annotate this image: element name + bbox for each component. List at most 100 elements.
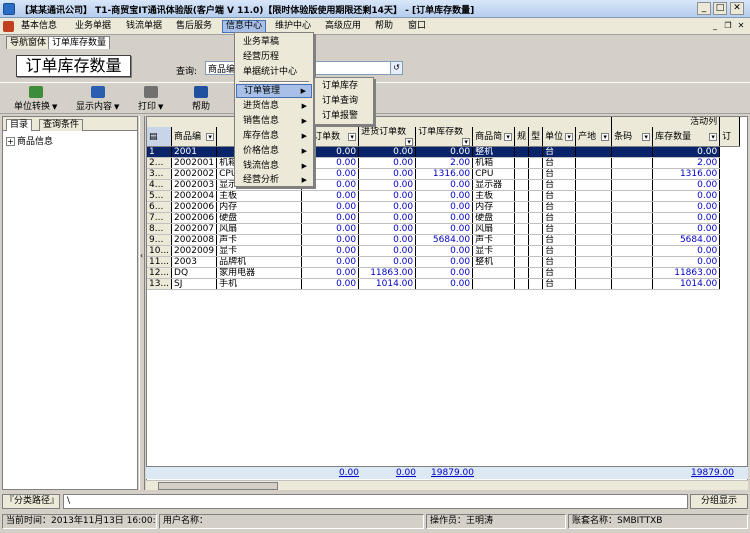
table-cell[interactable] — [575, 278, 613, 290]
table-cell[interactable] — [528, 256, 544, 268]
table-cell[interactable]: DQ — [171, 267, 218, 279]
table-cell[interactable]: 0.00 — [301, 190, 360, 202]
close-button[interactable]: ✕ — [730, 2, 744, 15]
column-header[interactable]: 型 — [528, 127, 544, 147]
table-cell[interactable] — [528, 234, 544, 246]
table-row[interactable]: 5... 2002004 主板 0.00 0.00 0.00 主板台 0.00 — [147, 190, 740, 202]
table-cell[interactable] — [575, 168, 613, 180]
table-cell[interactable] — [575, 157, 613, 169]
table-cell[interactable] — [528, 146, 544, 158]
table-row[interactable]: 10... 2002009 显卡 0.00 0.00 0.00 显卡台 0.00 — [147, 245, 740, 257]
table-cell[interactable]: 2002008 — [171, 234, 218, 246]
menu-basic-info[interactable]: 基本信息 — [18, 20, 60, 33]
table-cell[interactable]: 显示器 — [472, 179, 516, 191]
table-cell[interactable]: 0.00 — [301, 234, 360, 246]
menu-item-history[interactable]: 经营历程 — [236, 50, 312, 64]
table-cell[interactable]: 台 — [542, 234, 577, 246]
table-cell[interactable]: 整机 — [472, 256, 516, 268]
table-cell[interactable]: 台 — [542, 146, 577, 158]
menu-item-stock-info[interactable]: 库存信息 ▶ — [236, 129, 312, 143]
table-cell[interactable]: 11863.00 — [358, 267, 417, 279]
table-cell[interactable] — [528, 190, 544, 202]
table-cell[interactable]: 2002006 — [171, 212, 218, 224]
chevron-down-icon[interactable]: ▾ — [565, 132, 574, 141]
row-number-cell[interactable]: 9... — [147, 234, 173, 246]
menu-item-cashflow-info[interactable]: 钱流信息 ▶ — [236, 159, 312, 173]
column-header[interactable]: 商品简 ▾ — [472, 127, 516, 147]
table-cell[interactable] — [575, 245, 613, 257]
table-cell[interactable] — [472, 267, 516, 279]
table-cell[interactable]: 5684.00 — [652, 234, 721, 246]
table-cell[interactable]: 0.00 — [301, 267, 360, 279]
table-cell[interactable] — [528, 278, 544, 290]
table-cell[interactable] — [611, 190, 654, 202]
table-cell[interactable] — [528, 245, 544, 257]
chevron-down-icon[interactable]: ▾ — [462, 138, 471, 146]
menu-item-order-management[interactable]: 订单管理 ▶ — [236, 84, 312, 98]
table-cell[interactable]: 0.00 — [415, 245, 474, 257]
table-cell[interactable] — [575, 146, 613, 158]
row-number-cell[interactable]: 4... — [147, 179, 173, 191]
table-cell[interactable] — [514, 179, 530, 191]
row-number-cell[interactable]: 11... — [147, 256, 173, 268]
table-cell[interactable]: 台 — [542, 201, 577, 213]
table-cell[interactable]: 1014.00 — [358, 278, 417, 290]
row-number-cell[interactable]: 3... — [147, 168, 173, 180]
table-cell[interactable]: 显卡 — [216, 245, 303, 257]
table-row[interactable]: 9... 2002008 声卡 0.00 0.00 5684.00 声卡台 5684.00 — [147, 234, 740, 246]
table-row[interactable]: 7... 2002006 硬盘 0.00 0.00 0.00 硬盘台 0.00 — [147, 212, 740, 224]
menu-item-order-alarm[interactable]: 订单报警 — [316, 109, 372, 124]
show-content-button[interactable]: 显示内容 ▼ — [76, 86, 119, 114]
table-cell[interactable]: 0.00 — [358, 223, 417, 235]
table-cell[interactable]: 2002007 — [171, 223, 218, 235]
menu-item-purchase-info[interactable]: 进货信息 ▶ — [236, 99, 312, 113]
table-cell[interactable] — [472, 278, 516, 290]
table-cell[interactable]: 风扇 — [472, 223, 516, 235]
table-cell[interactable] — [514, 223, 530, 235]
table-cell[interactable]: 0.00 — [358, 212, 417, 224]
chevron-down-icon[interactable]: ▾ — [405, 138, 414, 146]
print-button[interactable]: 打印 ▼ — [138, 86, 163, 114]
table-cell[interactable]: 0.00 — [652, 256, 721, 268]
table-row[interactable]: 11... 2003 品牌机 0.00 0.00 0.00 整机台 0.00 — [147, 256, 740, 268]
tab-catalog[interactable]: 目录 — [6, 119, 33, 131]
horizontal-scrollbar[interactable] — [146, 480, 748, 490]
collapse-arrow-icon[interactable]: ‹ — [140, 251, 143, 260]
table-cell[interactable]: 0.00 — [652, 146, 721, 158]
table-cell[interactable]: 2002004 — [171, 190, 218, 202]
menu-item-drafts[interactable]: 业务草稿 — [236, 35, 312, 49]
table-cell[interactable]: 0.00 — [652, 190, 721, 202]
table-cell[interactable]: 台 — [542, 223, 577, 235]
table-cell[interactable]: 台 — [542, 278, 577, 290]
scrollbar-thumb[interactable] — [158, 482, 278, 490]
table-row[interactable]: 6... 2002006 内存 0.00 0.00 0.00 内存台 0.00 — [147, 201, 740, 213]
tree-item-product-info[interactable]: + 商品信息 — [6, 134, 53, 147]
menu-cashflow-docs[interactable]: 钱流单据 — [123, 20, 165, 33]
menu-help[interactable]: 帮助 — [372, 20, 396, 33]
table-cell[interactable] — [575, 256, 613, 268]
table-cell[interactable]: 台 — [542, 157, 577, 169]
table-cell[interactable]: 0.00 — [652, 212, 721, 224]
table-cell[interactable] — [611, 223, 654, 235]
table-cell[interactable]: 0.00 — [358, 157, 417, 169]
menu-item-stats-center[interactable]: 单据统计中心 — [236, 65, 312, 79]
table-cell[interactable]: 0.00 — [301, 212, 360, 224]
table-cell[interactable]: 2002002 — [171, 168, 218, 180]
table-cell[interactable]: 1316.00 — [652, 168, 721, 180]
table-cell[interactable] — [611, 278, 654, 290]
table-cell[interactable] — [575, 223, 613, 235]
table-cell[interactable] — [611, 157, 654, 169]
table-cell[interactable]: 0.00 — [358, 179, 417, 191]
table-cell[interactable]: 2001 — [171, 146, 218, 158]
table-cell[interactable]: 0.00 — [415, 223, 474, 235]
column-header[interactable]: 库存数量 ▾ — [652, 127, 721, 147]
table-cell[interactable]: 内存 — [472, 201, 516, 213]
table-cell[interactable]: 0.00 — [415, 190, 474, 202]
row-number-cell[interactable]: 10... — [147, 245, 173, 257]
table-cell[interactable]: 2002006 — [171, 201, 218, 213]
table-cell[interactable] — [514, 245, 530, 257]
table-cell[interactable]: 硬盘 — [472, 212, 516, 224]
table-cell[interactable]: 机箱 — [472, 157, 516, 169]
table-cell[interactable] — [528, 223, 544, 235]
table-cell[interactable]: 台 — [542, 256, 577, 268]
